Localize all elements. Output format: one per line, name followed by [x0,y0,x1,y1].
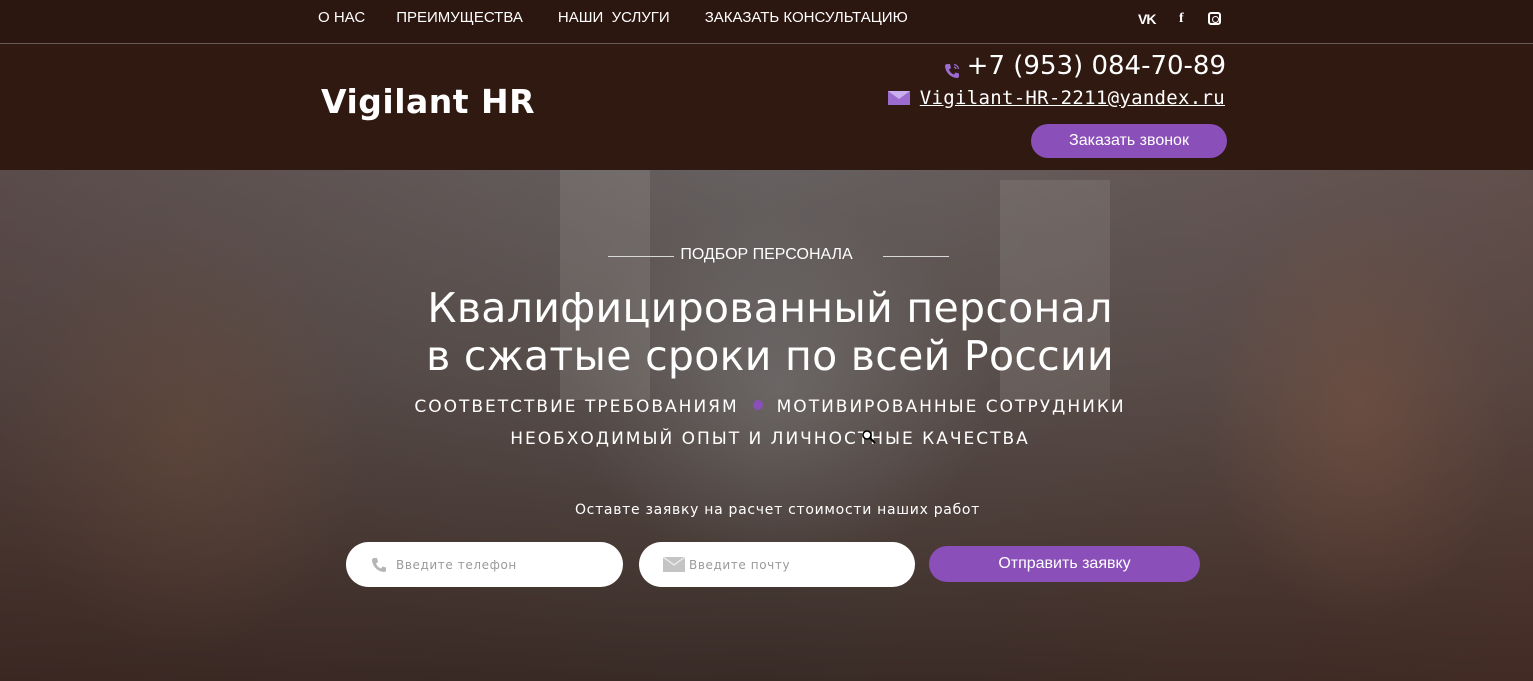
submit-request-button[interactable]: Отправить заявку [929,546,1200,582]
nav-link-consultation[interactable]: ЗАКАЗАТЬ КОНСУЛЬТАЦИЮ [705,9,908,26]
feature-experience: НЕОБХОДИМЫЙ ОПЫТ И ЛИЧНОСТНЫЕ КАЧЕСТВА [510,429,1030,449]
top-navigation: О НАС ПРЕИМУЩЕСТВА НАШИ УСЛУГИ ЗАКАЗАТЬ … [0,0,1533,44]
nav-link-services[interactable]: НАШИ УСЛУГИ [558,9,670,26]
mail-icon [887,91,910,105]
main-menu: О НАС ПРЕИМУЩЕСТВА НАШИ УСЛУГИ ЗАКАЗАТЬ … [318,9,908,26]
header-email: Vigilant-HR-2211@yandex.ru [887,87,1225,109]
nav-link-advantages[interactable]: ПРЕИМУЩЕСТВА [396,9,523,26]
hero-features-row-1: СООТВЕТСТВИЕ ТРЕБОВАНИЯМ МОТИВИРОВАННЫЕ С… [0,397,1533,417]
email-input[interactable] [689,557,889,572]
zoom-cursor-icon [862,429,876,448]
hero-kicker: ПОДБОР ПЕРСОНАЛА [680,246,853,263]
kicker-line-right [883,256,949,257]
hero-title-line-1: Квалифицированный персонал [427,284,1113,332]
vk-icon[interactable]: VK [1138,11,1156,27]
phone-icon [370,557,388,573]
site-header: Vigilant HR +7 (953) 084-70-89 Vigilant-… [0,45,1533,170]
hero-title-line-2: в сжатые сроки по всей России [426,332,1114,380]
order-call-button[interactable]: Заказать звонок [1031,124,1227,158]
bullet-dot [752,400,763,410]
instagram-icon[interactable] [1208,12,1221,25]
email-link[interactable]: Vigilant-HR-2211@yandex.ru [920,87,1225,109]
phone-number: +7 (953) 084-70-89 [966,51,1226,81]
mail-icon [662,555,686,573]
nav-link-about[interactable]: О НАС [318,9,365,26]
email-field [639,542,915,587]
phone-input[interactable] [396,557,596,572]
feature-requirements: СООТВЕТСТВИЕ ТРЕБОВАНИЯМ [414,397,739,417]
site-logo[interactable]: Vigilant HR [321,82,535,121]
header-phone[interactable]: +7 (953) 084-70-89 [943,51,1226,81]
feature-motivated: МОТИВИРОВАННЫЕ СОТРУДНИКИ [776,397,1126,417]
hero-section: ПОДБОР ПЕРСОНАЛА Квалифицированный персо… [0,170,1533,681]
hero-title: Квалифицированный персонал в сжатые срок… [0,284,1533,380]
cta-text: Оставте заявку на расчет стоимости наших… [574,502,981,518]
phone-field [346,542,623,587]
facebook-icon[interactable]: f [1179,11,1184,27]
phone-icon [943,57,961,78]
